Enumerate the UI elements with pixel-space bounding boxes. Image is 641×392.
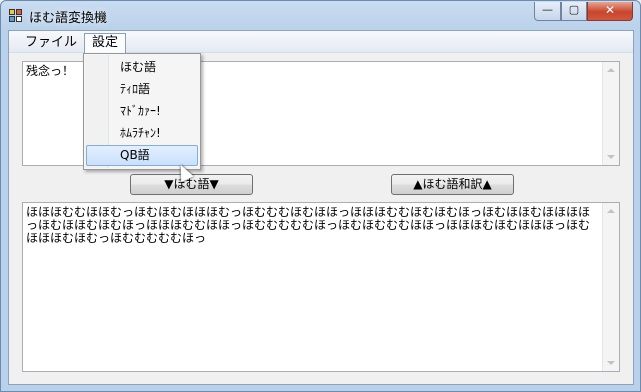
menu-file[interactable]: ファイル <box>18 34 84 52</box>
maximize-button[interactable]: ▢ <box>561 2 587 21</box>
translate-back-button[interactable]: ▲ほむ語和訳▲ <box>391 174 514 195</box>
maximize-icon: ▢ <box>568 3 580 16</box>
menu-item-qb[interactable]: QB語 <box>86 145 198 166</box>
menu-item-homura[interactable]: ﾎﾑﾗﾁｬﾝ! <box>86 123 198 144</box>
output-scrollbar[interactable] <box>602 203 619 371</box>
menu-item-tiro[interactable]: ﾃｨﾛ語 <box>86 79 198 100</box>
minimize-icon: — <box>542 3 553 16</box>
window-title: ほむ語変換機 <box>29 11 108 26</box>
output-text: ほほほむむほほむっほむほむほほほむっほむむむほむほほっほほほむむほむほむほっほむ… <box>26 205 591 245</box>
scroll-up-icon[interactable] <box>607 68 615 72</box>
menu-settings[interactable]: 設定 <box>84 33 127 54</box>
input-scrollbar[interactable] <box>602 62 619 165</box>
close-button[interactable]: ✕ <box>587 2 633 21</box>
app-window: ほむ語変換機 — ▢ ✕ ファイル 設定 残念っ！ ▼ほむ語▼ ▲ほむ語和訳▲ … <box>0 0 641 392</box>
close-icon: ✕ <box>604 3 616 17</box>
menu-bar: ファイル 設定 <box>9 31 633 54</box>
settings-dropdown-menu: ほむ語 ﾃｨﾛ語 ﾏﾄﾞｶｧｰ! ﾎﾑﾗﾁｬﾝ! QB語 <box>83 53 201 170</box>
output-textbox[interactable]: ほほほむむほほむっほむほむほほほむっほむむむほむほほっほほほむむほむほむほっほむ… <box>22 202 620 372</box>
minimize-button[interactable]: — <box>534 2 561 21</box>
scroll-down-icon[interactable] <box>607 155 615 159</box>
title-bar[interactable]: ほむ語変換機 — ▢ ✕ <box>1 1 640 31</box>
app-icon <box>9 9 24 24</box>
menu-item-madoka[interactable]: ﾏﾄﾞｶｧｰ! <box>86 101 198 122</box>
scroll-up-icon[interactable] <box>607 209 615 213</box>
menu-item-homu[interactable]: ほむ語 <box>86 57 198 78</box>
scroll-down-icon[interactable] <box>607 361 615 365</box>
